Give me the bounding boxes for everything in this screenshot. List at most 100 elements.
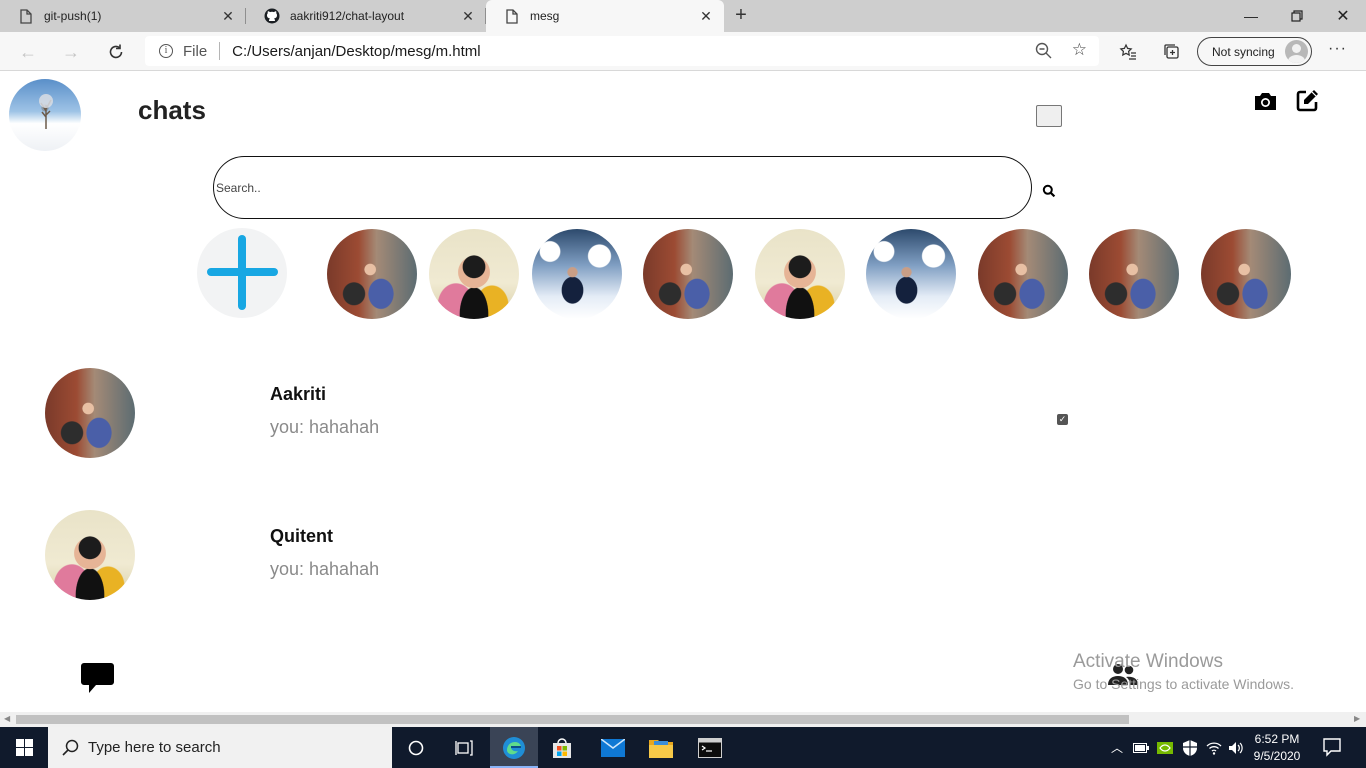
close-tab-icon[interactable]: ✕ bbox=[460, 8, 476, 24]
volume-icon[interactable] bbox=[1226, 727, 1246, 768]
story-avatar[interactable] bbox=[327, 229, 417, 319]
store-icon bbox=[553, 737, 571, 758]
more-menu-icon[interactable]: ··· bbox=[1328, 40, 1347, 58]
show-hidden-icons[interactable]: ︿ bbox=[1108, 727, 1126, 768]
story-avatar[interactable] bbox=[978, 229, 1068, 319]
favorites-icon[interactable] bbox=[1117, 41, 1139, 63]
taskbar-edge[interactable] bbox=[490, 727, 538, 768]
scroll-right-icon[interactable]: ▶ bbox=[1354, 714, 1360, 723]
scroll-left-icon[interactable]: ◀ bbox=[4, 714, 10, 723]
terminal-icon bbox=[698, 737, 722, 758]
chat-list-item[interactable]: Quitent you: hahahah bbox=[0, 510, 1366, 610]
document-icon bbox=[18, 8, 34, 24]
wifi-icon[interactable] bbox=[1204, 727, 1224, 768]
address-bar[interactable]: i File C:/Users/anjan/Desktop/mesg/m.htm… bbox=[145, 36, 1099, 66]
system-clock[interactable]: 6:52 PM 9/5/2020 bbox=[1246, 731, 1308, 765]
chat-app: chats Aakriti you: hahahah ✓ Quitent you… bbox=[0, 71, 1366, 712]
story-avatar[interactable] bbox=[429, 229, 519, 319]
toggle-box[interactable] bbox=[1036, 105, 1062, 127]
notification-center-icon[interactable] bbox=[1322, 737, 1342, 757]
story-avatar[interactable] bbox=[866, 229, 956, 319]
collections-icon[interactable] bbox=[1161, 41, 1183, 63]
taskbar-store[interactable] bbox=[538, 727, 586, 768]
scrollbar-thumb[interactable] bbox=[16, 715, 1129, 724]
cortana-button[interactable] bbox=[392, 727, 440, 768]
task-view-button[interactable] bbox=[440, 727, 488, 768]
camera-icon[interactable] bbox=[1253, 90, 1278, 112]
tab-mesg[interactable]: mesg ✕ bbox=[486, 0, 724, 32]
restore-button[interactable] bbox=[1274, 0, 1320, 32]
minimize-button[interactable]: — bbox=[1228, 0, 1274, 32]
nvidia-icon[interactable] bbox=[1155, 727, 1175, 768]
taskbar-file-explorer[interactable] bbox=[637, 727, 685, 768]
browser-tab-strip: git-push(1) ✕ aakriti912/chat-layout ✕ m… bbox=[0, 0, 1366, 32]
add-story-button[interactable] bbox=[197, 228, 287, 318]
user-profile-avatar[interactable] bbox=[9, 79, 81, 151]
zoom-icon[interactable] bbox=[1035, 42, 1053, 65]
forward-button[interactable]: → bbox=[58, 39, 84, 65]
close-window-button[interactable]: ✕ bbox=[1320, 0, 1366, 32]
chat-name: Aakriti bbox=[270, 384, 327, 404]
task-view-icon bbox=[455, 739, 473, 756]
folder-icon bbox=[649, 739, 673, 758]
search-field[interactable] bbox=[213, 156, 1032, 219]
chat-name: Quitent bbox=[270, 526, 333, 546]
cortana-icon bbox=[408, 740, 424, 755]
tab-title: aakriti912/chat-layout bbox=[290, 9, 405, 23]
tree-photo-detail bbox=[39, 94, 53, 129]
taskbar-search-placeholder: Type here to search bbox=[88, 739, 221, 756]
story-avatar[interactable] bbox=[1201, 229, 1291, 319]
page-title: chats bbox=[138, 95, 206, 125]
chat-last-message: you: hahahah bbox=[270, 559, 380, 579]
tab-title: git-push(1) bbox=[44, 9, 102, 23]
document-icon bbox=[504, 8, 520, 24]
info-icon[interactable]: i bbox=[159, 44, 173, 58]
search-icon[interactable] bbox=[1042, 184, 1056, 198]
taskbar-search-box[interactable]: Type here to search bbox=[48, 727, 392, 768]
chat-bubble-icon[interactable] bbox=[81, 663, 114, 693]
clock-time: 6:52 PM bbox=[1254, 732, 1300, 746]
chat-avatar bbox=[45, 510, 135, 600]
tab-git-push[interactable]: git-push(1) ✕ bbox=[0, 0, 246, 32]
horizontal-scrollbar[interactable]: ◀ ▶ bbox=[0, 712, 1366, 727]
watermark-subtitle: Go to Settings to activate Windows. bbox=[1073, 676, 1294, 692]
chat-avatar bbox=[45, 368, 135, 458]
story-avatar[interactable] bbox=[643, 229, 733, 319]
chat-list-item[interactable]: Aakriti you: hahahah bbox=[0, 368, 1366, 468]
activate-windows-watermark: Activate Windows Go to Settings to activ… bbox=[1073, 651, 1294, 692]
new-tab-button[interactable]: + bbox=[730, 5, 752, 27]
refresh-button[interactable] bbox=[103, 39, 129, 65]
sync-status-label: Not syncing bbox=[1212, 44, 1275, 59]
windows-taskbar: Type here to search ︿ 6:52 PM 9/5/2020 bbox=[0, 727, 1366, 768]
battery-icon[interactable] bbox=[1131, 727, 1151, 768]
chat-last-message: you: hahahah bbox=[270, 417, 380, 437]
compose-icon[interactable] bbox=[1295, 88, 1320, 113]
search-icon bbox=[62, 739, 79, 756]
taskbar-terminal[interactable] bbox=[686, 727, 734, 768]
url-text[interactable]: C:/Users/anjan/Desktop/mesg/m.html bbox=[232, 43, 480, 60]
clock-date: 9/5/2020 bbox=[1253, 749, 1301, 763]
divider bbox=[219, 42, 221, 60]
tab-title: mesg bbox=[530, 9, 560, 23]
search-input[interactable] bbox=[216, 180, 996, 195]
scheme-label: File bbox=[183, 42, 208, 60]
story-avatar[interactable] bbox=[532, 229, 622, 319]
favorite-star-icon[interactable]: ☆ bbox=[1072, 40, 1087, 60]
mail-icon bbox=[601, 738, 625, 757]
close-tab-icon[interactable]: ✕ bbox=[220, 8, 236, 24]
story-avatar[interactable] bbox=[1089, 229, 1179, 319]
profile-sync-button[interactable]: Not syncing bbox=[1197, 37, 1312, 66]
watermark-title: Activate Windows bbox=[1073, 651, 1223, 672]
user-avatar-icon bbox=[1285, 40, 1308, 63]
windows-logo-icon bbox=[15, 739, 33, 756]
tab-chat-layout[interactable]: aakriti912/chat-layout ✕ bbox=[246, 0, 486, 32]
taskbar-mail[interactable] bbox=[589, 727, 637, 768]
github-icon bbox=[264, 8, 280, 24]
checkbox[interactable]: ✓ bbox=[1057, 414, 1068, 425]
security-shield-icon[interactable] bbox=[1180, 727, 1200, 768]
start-button[interactable] bbox=[0, 727, 48, 768]
browser-toolbar: ← → i File C:/Users/anjan/Desktop/mesg/m… bbox=[0, 32, 1366, 71]
back-button[interactable]: ← bbox=[15, 39, 41, 65]
story-avatar[interactable] bbox=[755, 229, 845, 319]
close-tab-icon[interactable]: ✕ bbox=[698, 8, 714, 24]
